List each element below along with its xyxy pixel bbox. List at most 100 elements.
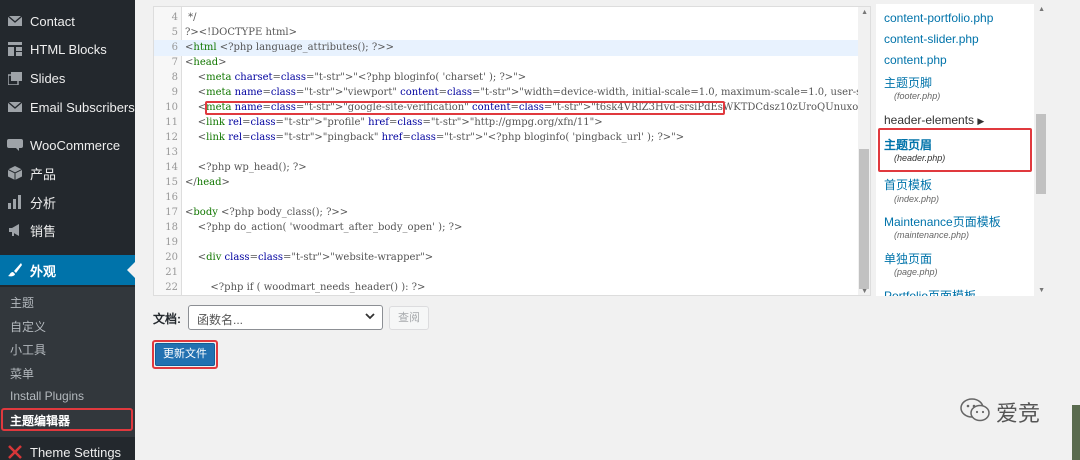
code-line[interactable]: 12 <link rel=class="t-str">"pingback" hr… bbox=[154, 130, 858, 146]
code-line[interactable]: 14 <?php wp_head(); ?> bbox=[154, 160, 858, 176]
slides-icon bbox=[0, 71, 30, 85]
box-icon bbox=[0, 166, 30, 180]
line-number: 19 bbox=[165, 237, 178, 248]
theme-editor-highlight-box bbox=[1, 408, 133, 431]
line-number: 12 bbox=[165, 132, 178, 143]
code-line[interactable]: 4 */ bbox=[154, 10, 858, 26]
caret-right-icon: ▶ bbox=[977, 116, 985, 126]
code-text: <head> bbox=[185, 57, 227, 68]
sidebar-item-contact[interactable]: Contact bbox=[0, 7, 135, 35]
code-line[interactable]: 18 <?php do_action( 'woodmart_after_body… bbox=[154, 220, 858, 236]
submenu-item-install-plugins[interactable]: Install Plugins bbox=[10, 389, 84, 403]
wechat-icon bbox=[960, 397, 990, 428]
envelope-icon bbox=[0, 15, 30, 27]
code-line[interactable]: 21 bbox=[154, 265, 858, 281]
line-number: 11 bbox=[165, 117, 178, 128]
code-line[interactable]: 11 <link rel=class="t-str">"profile" hre… bbox=[154, 115, 858, 131]
chevron-down-icon bbox=[364, 310, 376, 325]
submenu-item-widgets[interactable]: 小工具 bbox=[10, 341, 46, 358]
submenu-item-themes[interactable]: 主题 bbox=[10, 294, 34, 311]
sidebar-item-products[interactable]: 产品 bbox=[0, 159, 135, 187]
scroll-down-icon[interactable]: ▼ bbox=[861, 288, 868, 295]
scroll-up-icon[interactable]: ▲ bbox=[1038, 6, 1045, 13]
file-index-title[interactable]: 首页模板 bbox=[884, 176, 932, 193]
function-name-select[interactable]: 函数名... bbox=[188, 305, 383, 330]
file-content-slider[interactable]: content-slider.php bbox=[884, 32, 979, 46]
scroll-up-icon[interactable]: ▲ bbox=[861, 9, 868, 16]
file-maintenance-filename: (maintenance.php) bbox=[894, 230, 970, 240]
code-text: <?php wp_head(); ?> bbox=[185, 162, 307, 173]
editor-scrollbar[interactable]: ▲ ▼ bbox=[858, 7, 870, 295]
verification-line-highlight bbox=[205, 101, 725, 115]
sidebar-item-theme-settings[interactable]: Theme Settings bbox=[0, 438, 135, 460]
documentation-label: 文档: bbox=[153, 312, 181, 326]
code-line[interactable]: 5 ?><!DOCTYPE html> bbox=[154, 25, 858, 41]
code-line[interactable]: 22 <?php if ( woodmart_needs_header() ):… bbox=[154, 280, 858, 295]
code-line[interactable]: 6 <html <?php language_attributes(); ?>> bbox=[154, 40, 858, 56]
file-list-scrollbar[interactable]: ▲ ▼ bbox=[1034, 4, 1048, 296]
line-number: 13 bbox=[165, 147, 178, 158]
line-number: 7 bbox=[171, 57, 178, 68]
sidebar-item-analytics[interactable]: 分析 bbox=[0, 188, 135, 216]
page-root: Contact HTML Blocks Slides Email Subscri… bbox=[0, 0, 1080, 460]
line-number: 20 bbox=[165, 252, 178, 263]
bar-chart-icon bbox=[0, 195, 30, 209]
code-line[interactable]: 8 <meta charset=class="t-str">"<?php blo… bbox=[154, 70, 858, 86]
submenu-item-customize[interactable]: 自定义 bbox=[10, 318, 46, 335]
file-index-filename: (index.php) bbox=[894, 194, 940, 204]
code-line[interactable]: 19 bbox=[154, 235, 858, 251]
file-page-title[interactable]: 单独页面 bbox=[884, 250, 932, 267]
scroll-down-icon[interactable]: ▼ bbox=[1038, 287, 1045, 294]
code-text: <body <?php body_class(); ?>> bbox=[185, 207, 349, 218]
file-footer-title[interactable]: 主题页脚 bbox=[884, 74, 932, 91]
watermark-text: 爱竞 bbox=[996, 402, 1041, 427]
code-text: <meta name=class="t-str">"viewport" cont… bbox=[185, 87, 870, 98]
line-number: 16 bbox=[165, 192, 178, 203]
folder-header-elements[interactable]: header-elements ▶ bbox=[884, 113, 984, 127]
megaphone-icon bbox=[0, 223, 30, 237]
sidebar-item-marketing[interactable]: 销售 bbox=[0, 216, 135, 244]
file-portfolio-title[interactable]: Portfolio页面模板 bbox=[884, 287, 976, 296]
line-number: 17 bbox=[165, 207, 178, 218]
code-line[interactable]: 9 <meta name=class="t-str">"viewport" co… bbox=[154, 85, 870, 101]
code-editor[interactable]: 4 */5 ?><!DOCTYPE html> 6 <html <?php langu… bbox=[153, 6, 871, 296]
sidebar-item-appearance[interactable]: 外观 bbox=[0, 255, 135, 285]
theme-file-list: content-portfolio.php content-slider.php… bbox=[876, 4, 1048, 296]
sidebar-item-email-subscribers[interactable]: Email Subscribers bbox=[0, 93, 135, 121]
line-number: 21 bbox=[165, 267, 178, 278]
lookup-button[interactable]: 查阅 bbox=[389, 306, 429, 330]
line-number: 10 bbox=[165, 102, 178, 113]
code-text: <link rel=class="t-str">"profile" href=c… bbox=[185, 117, 603, 128]
code-line[interactable]: 17 <body <?php body_class(); ?>> bbox=[154, 205, 858, 221]
paintbrush-icon bbox=[0, 263, 30, 277]
line-number: 5 bbox=[171, 27, 178, 38]
admin-sidebar: Contact HTML Blocks Slides Email Subscri… bbox=[0, 0, 135, 460]
code-text: <div class=class="t-str">"website-wrappe… bbox=[185, 252, 434, 263]
watermark: 爱竞 bbox=[960, 396, 1040, 428]
code-line[interactable]: 7 <head> bbox=[154, 55, 858, 71]
line-number: 18 bbox=[165, 222, 178, 233]
code-line[interactable]: 15 </head> bbox=[154, 175, 858, 191]
editor-scroll-thumb[interactable] bbox=[859, 149, 869, 289]
line-number: 14 bbox=[165, 162, 178, 173]
theme-settings-icon bbox=[0, 445, 30, 459]
line-number: 9 bbox=[171, 87, 178, 98]
code-text: </head> bbox=[185, 177, 230, 188]
sidebar-item-woocommerce[interactable]: WooCommerce bbox=[0, 131, 135, 159]
sidebar-item-slides[interactable]: Slides bbox=[0, 64, 135, 92]
file-list-scroll-thumb[interactable] bbox=[1036, 114, 1046, 194]
code-line[interactable]: 13 bbox=[154, 145, 858, 161]
submenu-item-menus[interactable]: 菜单 bbox=[10, 365, 34, 382]
code-line[interactable]: 20 <div class=class="t-str">"website-wra… bbox=[154, 250, 858, 266]
code-text: <meta charset=class="t-str">"<?php blogi… bbox=[185, 72, 527, 83]
code-text: <?php if ( woodmart_needs_header() ): ?> bbox=[185, 282, 426, 293]
sidebar-item-html-blocks[interactable]: HTML Blocks bbox=[0, 35, 135, 63]
update-file-button[interactable]: 更新文件 bbox=[155, 343, 215, 366]
file-content[interactable]: content.php bbox=[884, 53, 947, 67]
code-text: ?><!DOCTYPE html> bbox=[185, 27, 298, 38]
file-maintenance-title[interactable]: Maintenance页面模板 bbox=[884, 213, 1001, 230]
line-number: 4 bbox=[171, 12, 178, 23]
code-line[interactable]: 16 bbox=[154, 190, 858, 206]
line-number: 6 bbox=[171, 42, 178, 53]
file-content-portfolio[interactable]: content-portfolio.php bbox=[884, 11, 993, 25]
